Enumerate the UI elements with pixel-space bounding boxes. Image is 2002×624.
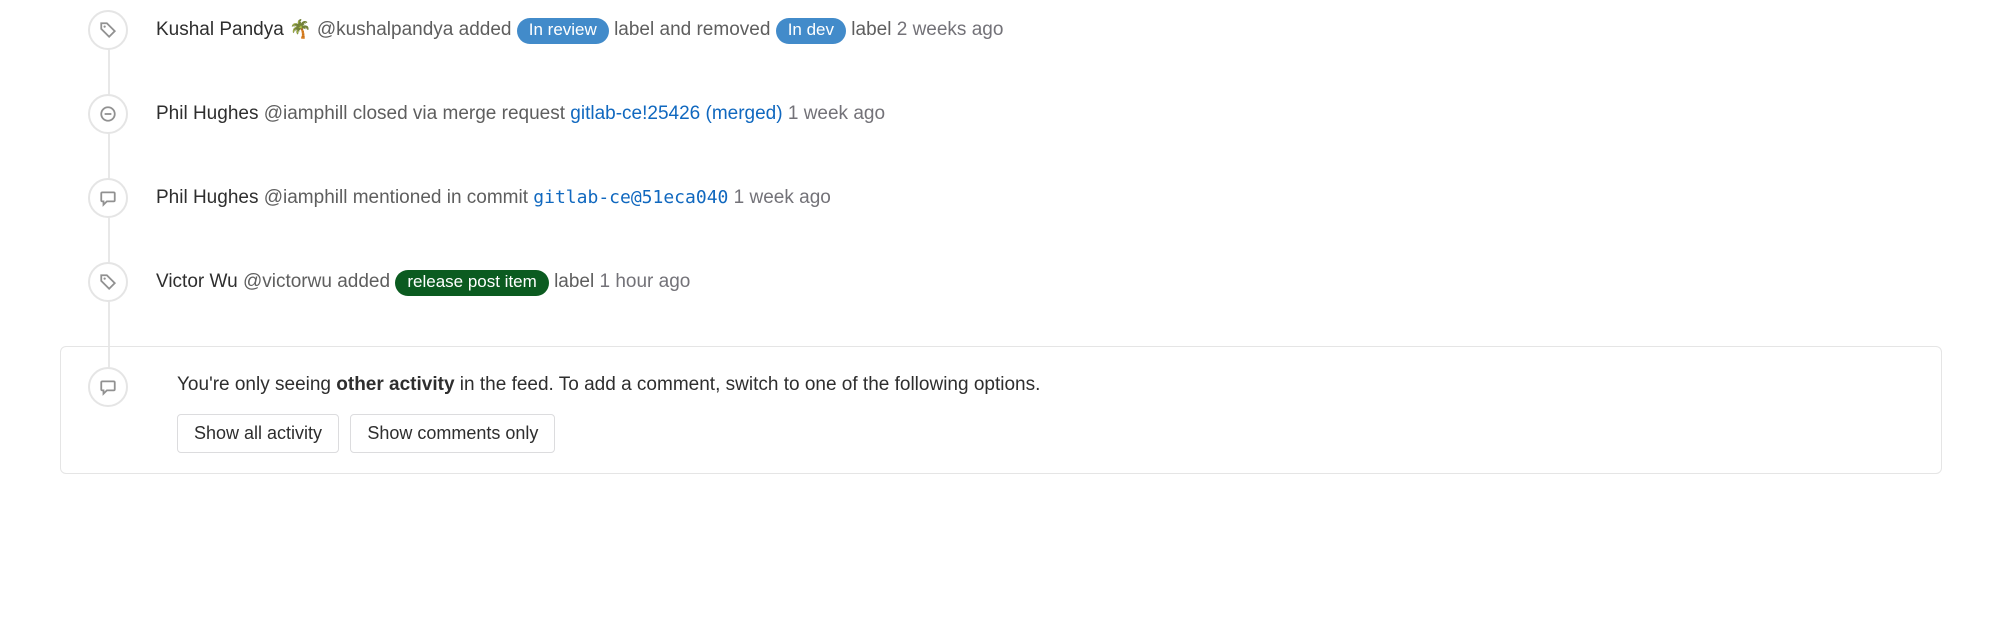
activity-filter-notice: You're only seeing other activity in the…	[60, 346, 1942, 474]
action-text: mentioned in commit	[353, 187, 528, 208]
action-text: label	[554, 271, 594, 292]
activity-event-closed: Phil Hughes @iamphill closed via merge r…	[60, 94, 1942, 134]
timestamp[interactable]: 1 week ago	[734, 187, 831, 208]
merge-request-link[interactable]: gitlab-ce!25426 (merged)	[570, 103, 782, 124]
tag-icon	[88, 10, 128, 50]
activity-event-mention: Phil Hughes @iamphill mentioned in commi…	[60, 178, 1942, 218]
author-name[interactable]: Phil Hughes	[156, 187, 258, 208]
commit-link[interactable]: gitlab-ce@51eca040	[533, 187, 728, 208]
author-handle[interactable]: @kushalpandya	[317, 19, 454, 40]
action-text: added	[459, 19, 512, 40]
action-text: label and removed	[614, 19, 770, 40]
timestamp[interactable]: 1 hour ago	[600, 271, 691, 292]
label-in-dev[interactable]: In dev	[776, 18, 846, 44]
tag-icon	[88, 262, 128, 302]
timestamp[interactable]: 1 week ago	[788, 103, 885, 124]
author-emoji: 🌴	[289, 19, 311, 39]
notice-text: You're only seeing other activity in the…	[177, 367, 1921, 396]
author-handle[interactable]: @victorwu	[243, 271, 332, 292]
comment-icon	[88, 178, 128, 218]
action-text: added	[337, 271, 390, 292]
show-comments-only-button[interactable]: Show comments only	[350, 414, 555, 453]
author-name[interactable]: Phil Hughes	[156, 103, 258, 124]
author-handle[interactable]: @iamphill	[264, 187, 348, 208]
activity-event-label: Kushal Pandya 🌴 @kushalpandya added In r…	[60, 10, 1942, 50]
label-release-post-item[interactable]: release post item	[395, 270, 548, 296]
label-in-review[interactable]: In review	[517, 18, 609, 44]
author-name[interactable]: Victor Wu	[156, 271, 238, 292]
timestamp[interactable]: 2 weeks ago	[897, 19, 1004, 40]
action-text: closed via merge request	[353, 103, 565, 124]
author-name[interactable]: Kushal Pandya	[156, 19, 284, 40]
closed-icon	[88, 94, 128, 134]
author-handle[interactable]: @iamphill	[264, 103, 348, 124]
activity-event-label: Victor Wu @victorwu added release post i…	[60, 262, 1942, 302]
comment-icon	[88, 367, 128, 407]
action-text: label	[851, 19, 891, 40]
show-all-activity-button[interactable]: Show all activity	[177, 414, 339, 453]
